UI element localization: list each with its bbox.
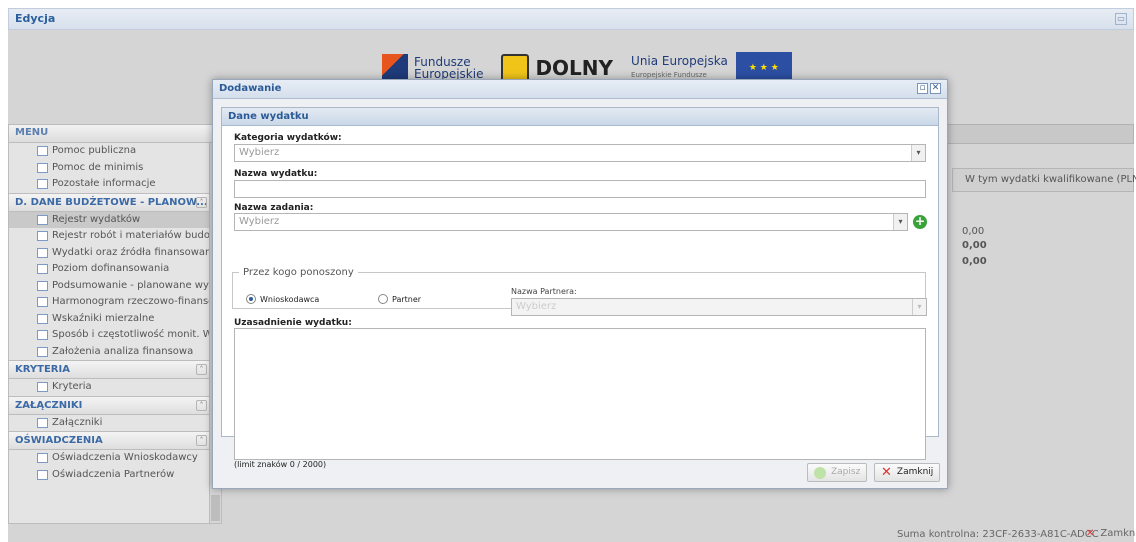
app-title: Edycja	[15, 12, 56, 25]
form-icon	[37, 297, 48, 307]
collapse-icon[interactable]: ˄	[196, 399, 207, 411]
menu-item-selected[interactable]: Rejestr wydatków	[9, 211, 221, 228]
check-icon	[814, 467, 826, 479]
menu-item[interactable]: Wydatki oraz źródła finansowania proj	[9, 245, 221, 262]
justification-textarea[interactable]	[234, 328, 926, 460]
maximize-icon[interactable]: ▫	[917, 83, 928, 94]
save-button[interactable]: Zapisz	[807, 463, 868, 482]
menu-item[interactable]: Wskaźniki mierzalne	[9, 311, 221, 328]
form-icon	[37, 346, 48, 357]
task-select[interactable]: Wybierz ▾	[234, 213, 908, 231]
radio-unchecked-icon[interactable]	[378, 294, 388, 304]
form-icon	[37, 162, 48, 173]
app-title-bar: Edycja ▭	[8, 8, 1134, 30]
form-icon	[37, 247, 48, 258]
close-icon[interactable]: ✕	[930, 83, 941, 94]
ue-line1: Unia Europejska	[631, 54, 728, 68]
menu-item[interactable]: Podsumowanie - planowane wydatki w	[9, 278, 221, 295]
form-icon	[37, 280, 48, 291]
menu-item[interactable]: Sposób i częstotliwość monit. Wskaźni	[9, 327, 221, 344]
chevron-down-icon[interactable]: ▾	[911, 145, 925, 161]
expense-name-field[interactable]	[234, 180, 926, 198]
incurred-by-legend: Przez kogo ponoszony	[243, 267, 354, 278]
menu-item[interactable]: Pomoc publiczna	[9, 143, 221, 160]
form-icon	[37, 146, 48, 156]
char-limit-text: (limit znaków 0 / 2000)	[234, 460, 327, 469]
radio-checked-icon[interactable]	[246, 294, 256, 304]
menu-item[interactable]: Poziom dofinansowania	[9, 261, 221, 278]
dolny-slask-logo: DOLNY	[501, 54, 613, 82]
section-attachments-header[interactable]: ZAŁĄCZNIKI ˄	[9, 395, 221, 415]
add-task-icon[interactable]: +	[913, 215, 927, 229]
collapse-icon[interactable]: ˄	[196, 364, 207, 375]
collapse-icon[interactable]: ˄	[196, 196, 207, 208]
fe-logo-mark	[382, 54, 408, 82]
menu-item[interactable]: Pomoc de minimis	[9, 160, 221, 177]
form-icon	[37, 417, 48, 428]
justification-label: Uzasadnienie wydatku:	[234, 318, 352, 328]
form-icon	[37, 264, 48, 274]
partner-select-disabled: Wybierz ▾	[511, 298, 927, 316]
menu-item[interactable]: Oświadczenia Wnioskodawcy	[9, 450, 221, 467]
form-icon	[37, 179, 48, 189]
form-icon	[37, 453, 48, 463]
grid-cell-total: 0,00	[962, 240, 987, 251]
menu-scroll-thumb[interactable]	[211, 495, 220, 521]
menu-item[interactable]: Rejestr robót i materiałów budowlanyc	[9, 228, 221, 245]
form-icon	[37, 382, 48, 392]
status-close-button[interactable]: ✕Zamknij	[1086, 528, 1136, 539]
restore-icon[interactable]: ▭	[1115, 13, 1127, 25]
ue-line2: Europejskie Fundusze	[631, 71, 707, 79]
collapse-icon[interactable]: ˄	[196, 435, 207, 446]
form-icon	[37, 469, 48, 480]
dialog-title-bar[interactable]: Dodawanie ▫ ✕	[213, 80, 947, 99]
section-budget-header[interactable]: D. DANE BUDŻETOWE - PLANOW... ˄	[9, 192, 221, 212]
form-icon	[37, 330, 48, 340]
panel-title: Dane wydatku	[222, 108, 938, 126]
fundusze-europejskie-logo: Fundusze Europejskie	[382, 54, 483, 82]
radio-applicant[interactable]: Wnioskodawca	[246, 294, 319, 304]
checksum-text: Suma kontrolna: 23CF-2633-A81C-ADCC	[897, 529, 1099, 540]
ds-text: DOLNY	[535, 56, 614, 80]
status-bar: Suma kontrolna: 23CF-2633-A81C-ADCC ✕ Zam…	[0, 526, 1136, 542]
close-icon: ✕	[1086, 528, 1095, 539]
incurred-by-group: Przez kogo ponoszony Wnioskodawca Partne…	[232, 267, 927, 316]
expense-data-panel: Dane wydatku Kategoria wydatków: Wybierz…	[221, 107, 939, 469]
partner-name-label: Nazwa Partnera:	[511, 287, 577, 296]
category-label: Kategoria wydatków:	[234, 133, 342, 143]
category-select[interactable]: Wybierz ▾	[234, 144, 926, 162]
grid-cell-total: 0,00	[962, 256, 987, 267]
menu-item[interactable]: Założenia analiza finansowa	[9, 344, 221, 361]
task-name-label: Nazwa zadania:	[234, 203, 314, 213]
form-icon	[37, 231, 48, 241]
grid-column-header[interactable]: W tym wydatki kwalifikowane (PLN)	[952, 168, 1136, 192]
menu-item[interactable]: Pozostałe informacje	[9, 176, 221, 193]
grid-cell: 0,00	[962, 226, 985, 237]
menu-item[interactable]: Oświadczenia Partnerów	[9, 467, 221, 484]
add-expense-dialog: Dodawanie ▫ ✕ Dane wydatku Kategoria wyd…	[212, 79, 948, 489]
form-icon	[37, 214, 48, 225]
menu-item[interactable]: Harmonogram rzeczowo-finansowy	[9, 294, 221, 311]
chevron-down-icon: ▾	[912, 299, 926, 315]
expense-name-label: Nazwa wydatku:	[234, 169, 318, 179]
menu-panel: MENU Pomoc publiczna Pomoc de minimis Po…	[8, 124, 222, 524]
radio-partner[interactable]: Partner	[378, 294, 421, 304]
menu-item[interactable]: Załączniki	[9, 415, 221, 432]
menu-item[interactable]: Kryteria	[9, 379, 221, 396]
close-icon: ✕	[881, 465, 892, 480]
chevron-down-icon[interactable]: ▾	[893, 214, 907, 230]
section-statements-header[interactable]: OŚWIADCZENIA ˄	[9, 431, 221, 450]
dialog-title: Dodawanie	[219, 83, 282, 94]
dolny-slask-shield-icon	[501, 54, 530, 82]
menu-header: MENU	[9, 125, 221, 143]
close-button[interactable]: ✕ Zamknij	[874, 463, 941, 482]
section-criteria-header[interactable]: KRYTERIA ˄	[9, 360, 221, 379]
form-icon	[37, 313, 48, 324]
